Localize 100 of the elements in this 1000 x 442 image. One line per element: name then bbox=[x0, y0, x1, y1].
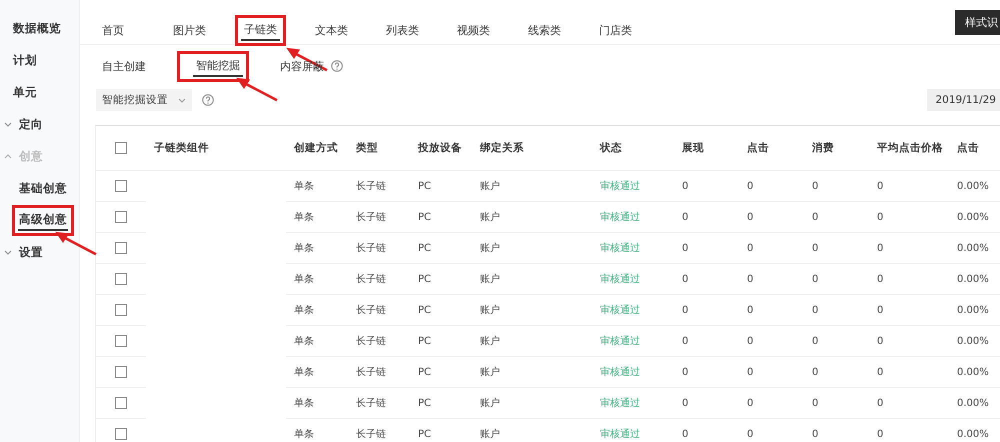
tab[interactable]: 视频类 bbox=[454, 20, 493, 40]
table-cell: 0 bbox=[682, 398, 688, 408]
checkbox[interactable] bbox=[115, 242, 127, 254]
date-field[interactable]: 2019/11/29 bbox=[927, 89, 1000, 111]
table-cell: 0 bbox=[877, 180, 884, 192]
status-text: 审核通过 bbox=[600, 334, 640, 348]
table-cell-text: 账户 bbox=[480, 396, 500, 410]
table-cell: PC bbox=[418, 304, 432, 316]
table-cell: 0 bbox=[747, 398, 754, 408]
sidebar-item[interactable]: 计划 bbox=[12, 50, 38, 70]
checkbox[interactable] bbox=[115, 397, 127, 409]
table-cell-text: 单条 bbox=[294, 396, 314, 410]
table-cell-text: 长子链 bbox=[356, 304, 386, 317]
chevron-down-icon bbox=[178, 98, 186, 102]
table-cell: 0 bbox=[682, 366, 688, 378]
table-cell: 0 bbox=[682, 212, 688, 222]
help-icon[interactable] bbox=[331, 60, 343, 72]
help-icon[interactable] bbox=[202, 94, 214, 106]
checkbox[interactable] bbox=[115, 335, 127, 347]
table-cell: 0 bbox=[747, 428, 754, 440]
subtab[interactable]: 智能挖掘 bbox=[193, 56, 243, 76]
table-cell: 0 bbox=[747, 304, 754, 316]
settings-dropdown[interactable]: 智能挖掘设置 bbox=[96, 89, 192, 111]
sidebar-item[interactable]: 数据概览 bbox=[12, 18, 62, 38]
status-text: 审核通过 bbox=[600, 180, 640, 193]
column-header[interactable]: 创建方式 bbox=[294, 141, 338, 155]
table-cell: 0 bbox=[877, 428, 884, 440]
checkbox[interactable] bbox=[115, 211, 127, 223]
table-cell: 0 bbox=[812, 212, 818, 222]
table-cell: 0.00% bbox=[957, 428, 989, 440]
table-cell: 0.00% bbox=[957, 336, 989, 346]
table-cell: 0 bbox=[747, 336, 754, 346]
subtab[interactable]: 自主创建 bbox=[99, 56, 149, 76]
tab[interactable]: 首页 bbox=[99, 20, 127, 40]
table-cell: PC bbox=[418, 274, 432, 284]
checkbox[interactable] bbox=[115, 304, 127, 316]
tab[interactable]: 文本类 bbox=[312, 20, 351, 40]
table-cell: 0 bbox=[812, 180, 818, 192]
table-cell: 0 bbox=[747, 180, 754, 192]
table-cell-text: 单条 bbox=[294, 304, 314, 317]
table-cell: 0 bbox=[877, 212, 884, 222]
tab[interactable]: 门店类 bbox=[596, 20, 635, 40]
column-header[interactable]: 状态 bbox=[600, 141, 622, 155]
table-cell-text: 单条 bbox=[294, 428, 314, 441]
table-cell-text: 长子链 bbox=[356, 242, 386, 255]
table-cell: 0 bbox=[812, 398, 818, 408]
tab[interactable]: 图片类 bbox=[170, 20, 209, 40]
table-cell-text: 账户 bbox=[480, 210, 500, 224]
checkbox[interactable] bbox=[115, 142, 127, 154]
column-header[interactable]: 类型 bbox=[356, 141, 378, 155]
table-cell: 0.00% bbox=[957, 242, 989, 254]
column-header[interactable]: 点击 bbox=[957, 141, 979, 155]
table-cell: 0.00% bbox=[957, 274, 989, 284]
table-cell: 0 bbox=[682, 180, 688, 192]
table-cell-text: 账户 bbox=[480, 366, 500, 379]
table-cell: 0 bbox=[877, 336, 884, 346]
table-cell-text: 账户 bbox=[480, 304, 500, 317]
checkbox[interactable] bbox=[115, 428, 127, 440]
table-cell: PC bbox=[418, 242, 432, 254]
table-cell: PC bbox=[418, 212, 432, 222]
column-header[interactable]: 绑定关系 bbox=[480, 141, 524, 155]
status-text: 审核通过 bbox=[600, 396, 640, 410]
table-cell-text: 账户 bbox=[480, 180, 500, 193]
table-cell-text: 长子链 bbox=[356, 272, 386, 286]
table-cell-text: 长子链 bbox=[356, 428, 386, 441]
checkbox[interactable] bbox=[115, 180, 127, 192]
chevron-down-icon bbox=[4, 250, 12, 254]
tab[interactable]: 子链类 bbox=[241, 20, 280, 40]
table-cell: 0 bbox=[747, 274, 754, 284]
table-cell-text: 账户 bbox=[480, 272, 500, 286]
column-header[interactable]: 展现 bbox=[682, 141, 704, 155]
table-cell: 0 bbox=[682, 428, 688, 440]
sidebar-item[interactable]: 高级创意 bbox=[18, 210, 68, 230]
table-cell-text: 单条 bbox=[294, 334, 314, 348]
column-header[interactable]: 子链类组件 bbox=[154, 141, 209, 155]
column-header[interactable]: 点击 bbox=[747, 141, 769, 155]
style-button[interactable]: 样式识 bbox=[955, 10, 1000, 35]
sidebar-item[interactable]: 单元 bbox=[12, 82, 38, 102]
table-cell: 0 bbox=[747, 366, 754, 378]
checkbox[interactable] bbox=[115, 273, 127, 285]
table-cell-text: 长子链 bbox=[356, 396, 386, 410]
table-cell-text: 长子链 bbox=[356, 180, 386, 193]
table-cell: 0 bbox=[812, 336, 818, 346]
checkbox[interactable] bbox=[115, 366, 127, 378]
column-header[interactable]: 投放设备 bbox=[418, 141, 462, 155]
tab[interactable]: 列表类 bbox=[383, 20, 422, 40]
column-header[interactable]: 平均点击价格 bbox=[877, 141, 943, 155]
tab[interactable]: 线索类 bbox=[525, 20, 564, 40]
table-cell: 0 bbox=[812, 274, 818, 284]
status-text: 审核通过 bbox=[600, 210, 640, 224]
sidebar-item[interactable]: 定向 bbox=[18, 114, 44, 134]
table-cell: PC bbox=[418, 366, 432, 378]
table-cell-text: 长子链 bbox=[356, 366, 386, 379]
sidebar-item[interactable]: 基础创意 bbox=[18, 178, 68, 198]
table-cell: 0 bbox=[877, 366, 884, 378]
chevron-down-icon bbox=[4, 122, 12, 126]
column-header[interactable]: 消费 bbox=[812, 141, 834, 155]
sidebar-item[interactable]: 设置 bbox=[18, 242, 44, 262]
table-cell: 0 bbox=[877, 274, 884, 284]
table-cell: 0.00% bbox=[957, 398, 989, 408]
